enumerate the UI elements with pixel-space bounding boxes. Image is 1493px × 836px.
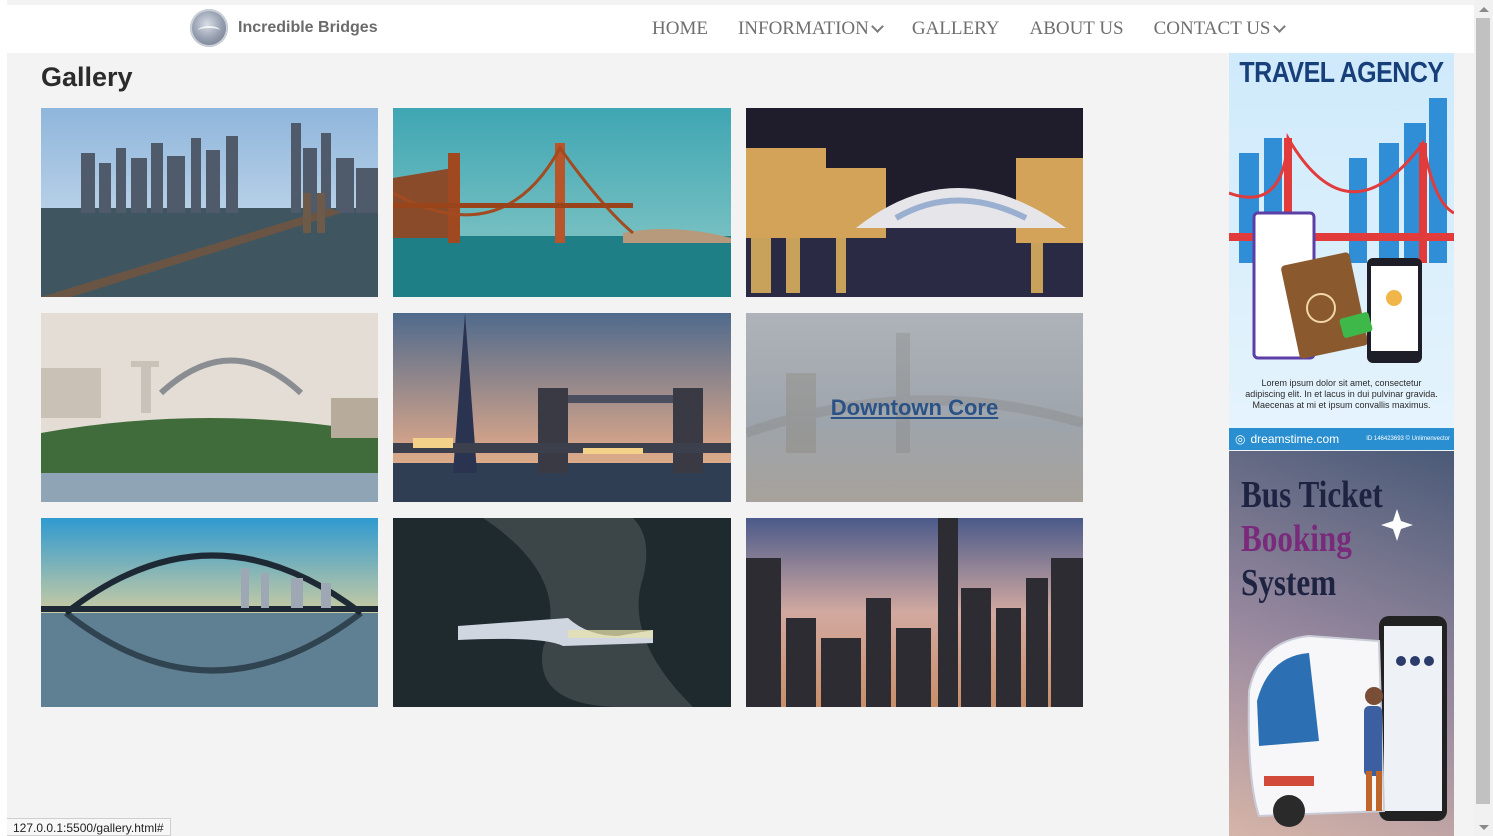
photo: [41, 313, 378, 502]
scroll-down-arrow-icon[interactable]: [1479, 825, 1489, 830]
photo: [41, 518, 378, 707]
navbar: Incredible Bridges HOME INFORMATION GALL…: [7, 5, 1474, 53]
downtown-core-link[interactable]: Downtown Core: [746, 313, 1083, 502]
nav-gallery[interactable]: GALLERY: [912, 18, 1000, 40]
gallery-grid: Downtown Core: [41, 108, 1083, 707]
chevron-down-icon: [870, 20, 884, 33]
ad-footer: ◎ dreamstime.com ID 146423693 © Unlimenv…: [1229, 428, 1454, 450]
main-nav: HOME INFORMATION GALLERY ABOUT US CONTAC…: [652, 18, 1314, 40]
sidebar-ads: TRAVEL AGENCY Lorem ipsum dolor sit amet…: [1229, 53, 1454, 836]
nav-home[interactable]: HOME: [652, 18, 708, 40]
ad-footer-brand: dreamstime.com: [1250, 432, 1340, 446]
gallery-image-golden-gate[interactable]: [393, 108, 731, 297]
gallery-image-arch-bridge[interactable]: [41, 518, 378, 707]
photo: [41, 108, 378, 297]
gallery-image-rialto-bridge[interactable]: [746, 108, 1083, 297]
nav-contact-us[interactable]: CONTACT US: [1154, 18, 1286, 40]
photo: [393, 518, 731, 707]
ad-footer-id: ID 146423693 © Unlimenvector: [1366, 436, 1450, 442]
site-logo[interactable]: [190, 9, 228, 47]
ad-body-text: Lorem ipsum dolor sit amet, consectetur …: [1245, 378, 1438, 410]
photo: [746, 108, 1083, 297]
travel-illustration: [1229, 98, 1454, 363]
brand-name[interactable]: Incredible Bridges: [238, 19, 378, 37]
page: Incredible Bridges HOME INFORMATION GALL…: [7, 0, 1474, 836]
scroll-up-arrow-icon[interactable]: [1479, 7, 1489, 12]
gallery-image-tower-bridge[interactable]: [393, 313, 731, 502]
gallery-image-brooklyn-bridge[interactable]: [41, 108, 378, 297]
nav-information[interactable]: INFORMATION: [738, 18, 884, 40]
bus-illustration: [1247, 509, 1447, 827]
gallery-image-city-skyline[interactable]: [746, 518, 1083, 707]
status-bar-url: 127.0.0.1:5500/gallery.html#: [7, 818, 171, 836]
chevron-down-icon: [1272, 20, 1286, 33]
gallery-image-downtown-core[interactable]: Downtown Core: [746, 313, 1083, 502]
photo: [393, 313, 731, 502]
gallery-image-sydney-harbour[interactable]: [41, 313, 378, 502]
nav-about-us[interactable]: ABOUT US: [1029, 18, 1123, 40]
gallery-image-forest-bridge[interactable]: [393, 518, 731, 707]
scroll-thumb[interactable]: [1476, 18, 1490, 804]
vertical-scrollbar[interactable]: [1474, 0, 1493, 836]
photo: [393, 108, 731, 297]
photo: [746, 518, 1083, 707]
page-title: Gallery: [41, 62, 133, 92]
travel-agency-ad[interactable]: TRAVEL AGENCY Lorem ipsum dolor sit amet…: [1229, 53, 1454, 450]
bus-ticket-ad[interactable]: Bus Ticket Booking System: [1229, 451, 1454, 836]
dreamstime-icon: ◎: [1235, 432, 1246, 446]
